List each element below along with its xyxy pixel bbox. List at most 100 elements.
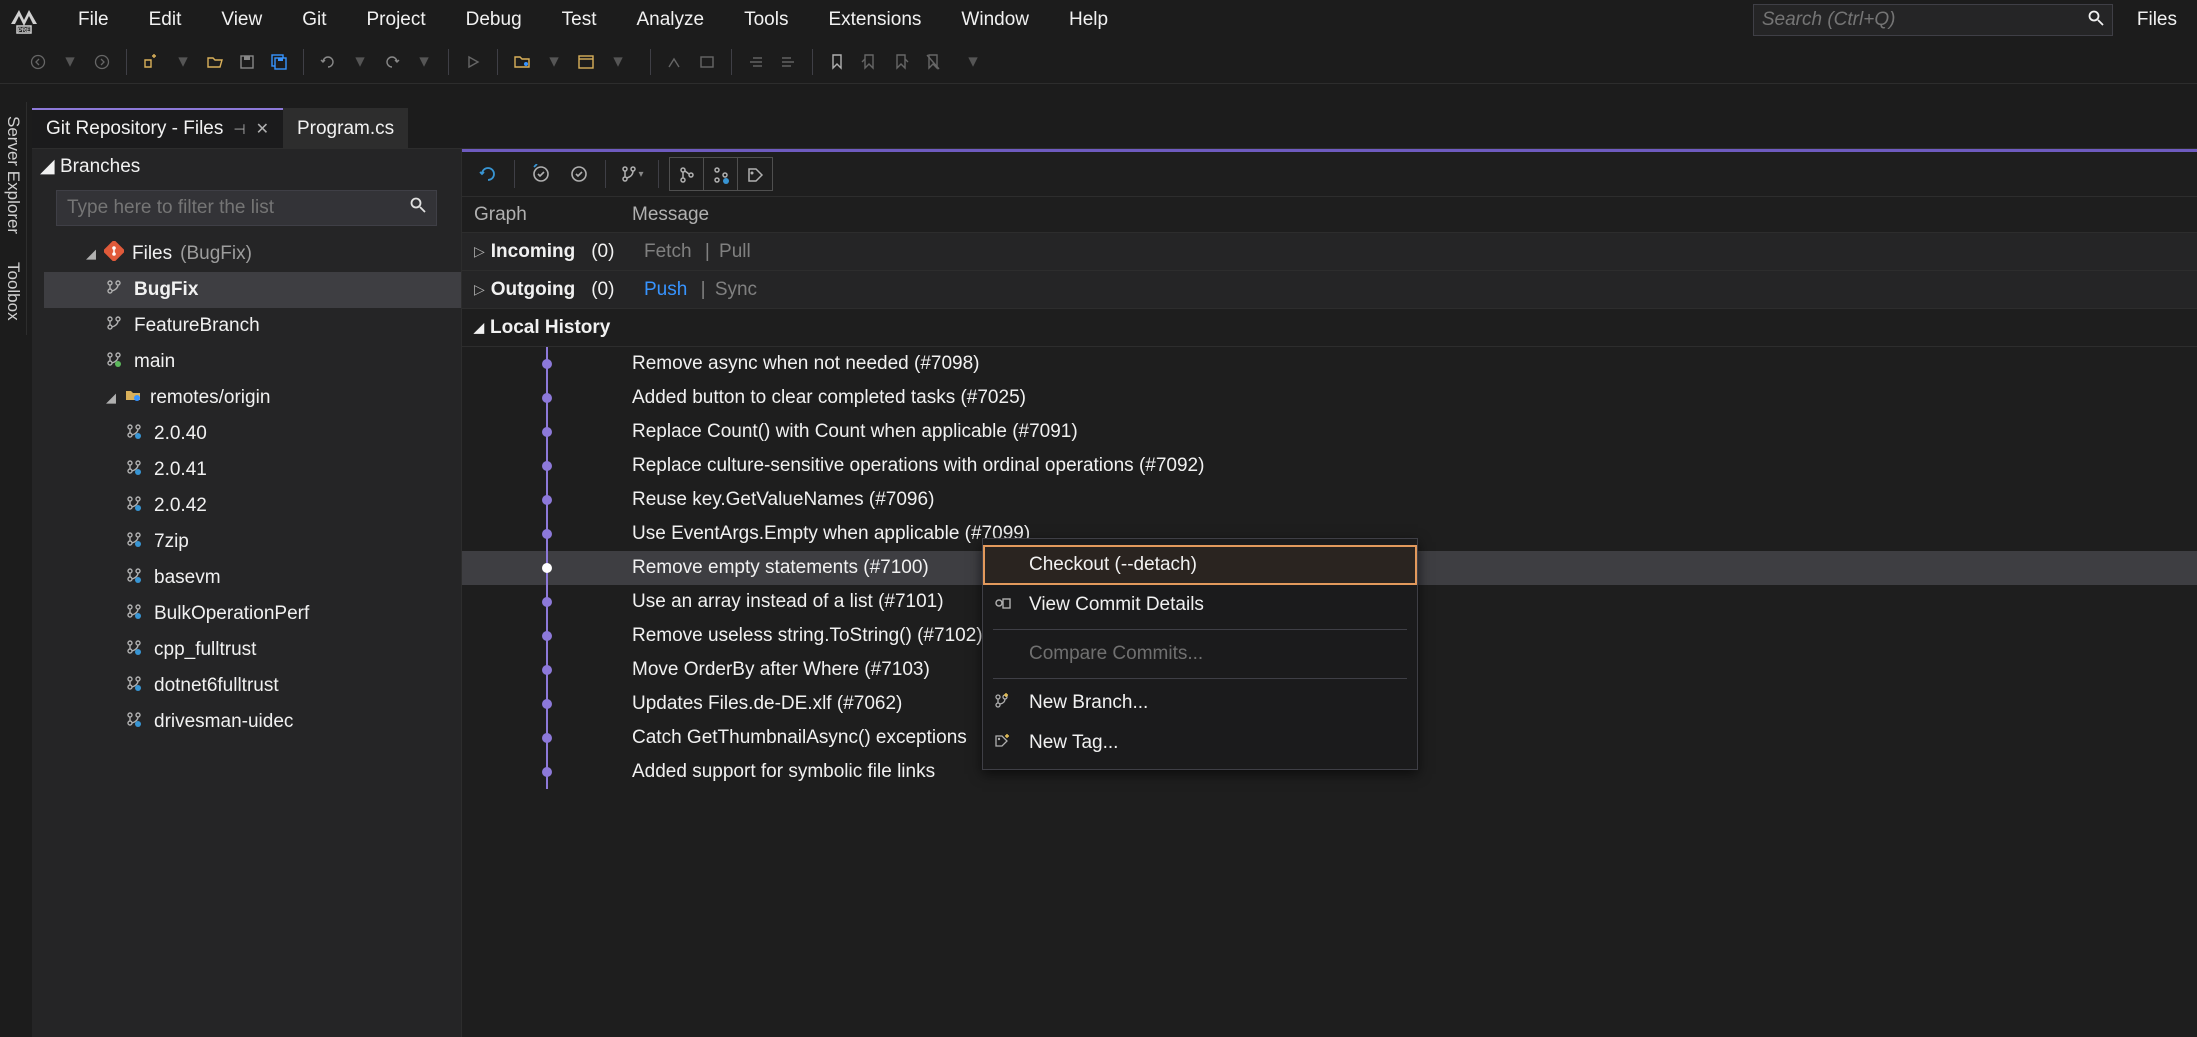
remote-branch-dotnet6fulltrust[interactable]: dotnet6fulltrust (44, 668, 461, 704)
ctx-separator (993, 629, 1407, 630)
commit-row[interactable]: Remove async when not needed (#7098) (462, 347, 2197, 381)
side-tab-server-explorer[interactable]: Server Explorer (0, 102, 27, 248)
menubar: PRE File Edit View Git Project Debug Tes… (0, 0, 2197, 40)
open-file-button[interactable] (201, 48, 229, 76)
ctx-new-branch[interactable]: New Branch... (983, 683, 1417, 723)
side-tab-toolbox[interactable]: Toolbox (0, 248, 27, 335)
repo-node[interactable]: ◢ Files (BugFix) (44, 236, 461, 272)
new-project-dropdown[interactable]: ▾ (169, 48, 197, 76)
menu-git[interactable]: Git (296, 5, 332, 35)
pin-icon[interactable]: ⊣ (233, 121, 245, 138)
undo-dropdown[interactable]: ▾ (346, 48, 374, 76)
ctx-new-tag[interactable]: New Tag... (983, 723, 1417, 763)
browser-dropdown[interactable]: ▾ (604, 48, 632, 76)
tab-git-repository[interactable]: Git Repository - Files ⊣ ✕ (32, 108, 283, 148)
menu-analyze[interactable]: Analyze (631, 5, 711, 35)
remote-branch-basevm[interactable]: basevm (44, 560, 461, 596)
ctx-label: New Tag... (1029, 732, 1118, 754)
branches-header[interactable]: ◢ Branches (32, 149, 461, 184)
bookmark-button[interactable] (823, 48, 851, 76)
bookmark-next-button[interactable] (887, 48, 915, 76)
find-in-files-button[interactable] (508, 48, 536, 76)
menu-test[interactable]: Test (556, 5, 603, 35)
menu-edit[interactable]: Edit (143, 5, 188, 35)
undo-button[interactable] (314, 48, 342, 76)
collapse-icon: ◢ (474, 320, 484, 336)
save-all-button[interactable] (265, 48, 293, 76)
menubar-items: File Edit View Git Project Debug Test An… (72, 5, 1114, 35)
branch-filter-input[interactable] (67, 197, 410, 219)
push-link[interactable]: Push (644, 279, 687, 300)
refresh-button[interactable] (472, 158, 504, 190)
new-project-button[interactable] (137, 48, 165, 76)
view-graph-button[interactable] (670, 158, 704, 191)
remote-branch-2-0-40[interactable]: 2.0.40 (44, 416, 461, 452)
browser-button[interactable] (572, 48, 600, 76)
indent-left-button[interactable] (742, 48, 770, 76)
remote-branch-bulkoperationperf[interactable]: BulkOperationPerf (44, 596, 461, 632)
commit-row[interactable]: Replace Count() with Count when applicab… (462, 415, 2197, 449)
ctx-checkout-detach[interactable]: Checkout (--detach) (983, 545, 1417, 585)
bookmark-clear-button[interactable] (919, 48, 947, 76)
start-button[interactable] (459, 48, 487, 76)
expand-icon: ▷ (474, 281, 485, 298)
remote-branch-2-0-42[interactable]: 2.0.42 (44, 488, 461, 524)
nav-back-dropdown[interactable]: ▾ (56, 48, 84, 76)
fetch-link[interactable]: Fetch (644, 241, 692, 262)
redo-dropdown[interactable]: ▾ (410, 48, 438, 76)
overflow-button[interactable]: ▾ (959, 48, 987, 76)
col-graph[interactable]: Graph (462, 204, 632, 226)
tab-program-cs[interactable]: Program.cs (283, 108, 408, 148)
menu-view[interactable]: View (215, 5, 268, 35)
commit-row[interactable]: Added button to clear completed tasks (#… (462, 381, 2197, 415)
tb-icon-1[interactable] (661, 48, 689, 76)
menu-debug[interactable]: Debug (460, 5, 528, 35)
menu-help[interactable]: Help (1063, 5, 1114, 35)
branch-filter-button[interactable]: ▾ (616, 158, 648, 190)
filter-1-button[interactable] (525, 158, 557, 190)
filter-2-button[interactable] (563, 158, 595, 190)
remote-branch-drivesman-uidec[interactable]: drivesman-uidec (44, 704, 461, 740)
search-box[interactable] (1753, 4, 2113, 36)
outgoing-row[interactable]: ▷ Outgoing (0) Push | Sync (462, 271, 2197, 309)
indent-right-button[interactable] (774, 48, 802, 76)
branch-bugfix[interactable]: BugFix (44, 272, 461, 308)
branch-featurebranch[interactable]: FeatureBranch (44, 308, 461, 344)
remote-branch-cpp-fulltrust[interactable]: cpp_fulltrust (44, 632, 461, 668)
redo-button[interactable] (378, 48, 406, 76)
solution-name[interactable]: Files (2137, 9, 2177, 31)
branch-label: BugFix (134, 279, 198, 301)
menu-project[interactable]: Project (361, 5, 432, 35)
tb-icon-2[interactable] (693, 48, 721, 76)
sync-link[interactable]: Sync (715, 279, 757, 300)
remotes-node[interactable]: ◢ remotes/origin (44, 380, 461, 416)
nav-forward-button[interactable] (88, 48, 116, 76)
close-icon[interactable]: ✕ (256, 119, 269, 139)
commit-row[interactable]: Reuse key.GetValueNames (#7096) (462, 483, 2197, 517)
commit-row[interactable]: Replace culture-sensitive operations wit… (462, 449, 2197, 483)
incoming-label: Incoming (491, 241, 575, 263)
ctx-view-commit-details[interactable]: View Commit Details (983, 585, 1417, 625)
local-history-header[interactable]: ◢ Local History (462, 309, 2197, 347)
branch-main[interactable]: main (44, 344, 461, 380)
menu-extensions[interactable]: Extensions (822, 5, 927, 35)
col-message[interactable]: Message (632, 204, 2197, 226)
incoming-row[interactable]: ▷ Incoming (0) Fetch | Pull (462, 233, 2197, 271)
search-input[interactable] (1762, 9, 2088, 31)
pull-link[interactable]: Pull (719, 241, 751, 262)
incoming-count: (0) (591, 241, 614, 263)
remote-branch-7zip[interactable]: 7zip (44, 524, 461, 560)
branch-filter-box[interactable] (56, 190, 437, 226)
view-tag-button[interactable] (738, 158, 772, 191)
bookmark-prev-button[interactable] (855, 48, 883, 76)
find-dropdown[interactable]: ▾ (540, 48, 568, 76)
ctx-label: View Commit Details (1029, 594, 1204, 616)
view-list-button[interactable] (704, 158, 738, 191)
save-button[interactable] (233, 48, 261, 76)
menu-file[interactable]: File (72, 5, 115, 35)
menu-window[interactable]: Window (955, 5, 1035, 35)
remote-branch-2-0-41[interactable]: 2.0.41 (44, 452, 461, 488)
menu-tools[interactable]: Tools (738, 5, 794, 35)
nav-back-button[interactable] (24, 48, 52, 76)
remote-branch-icon (126, 567, 146, 589)
